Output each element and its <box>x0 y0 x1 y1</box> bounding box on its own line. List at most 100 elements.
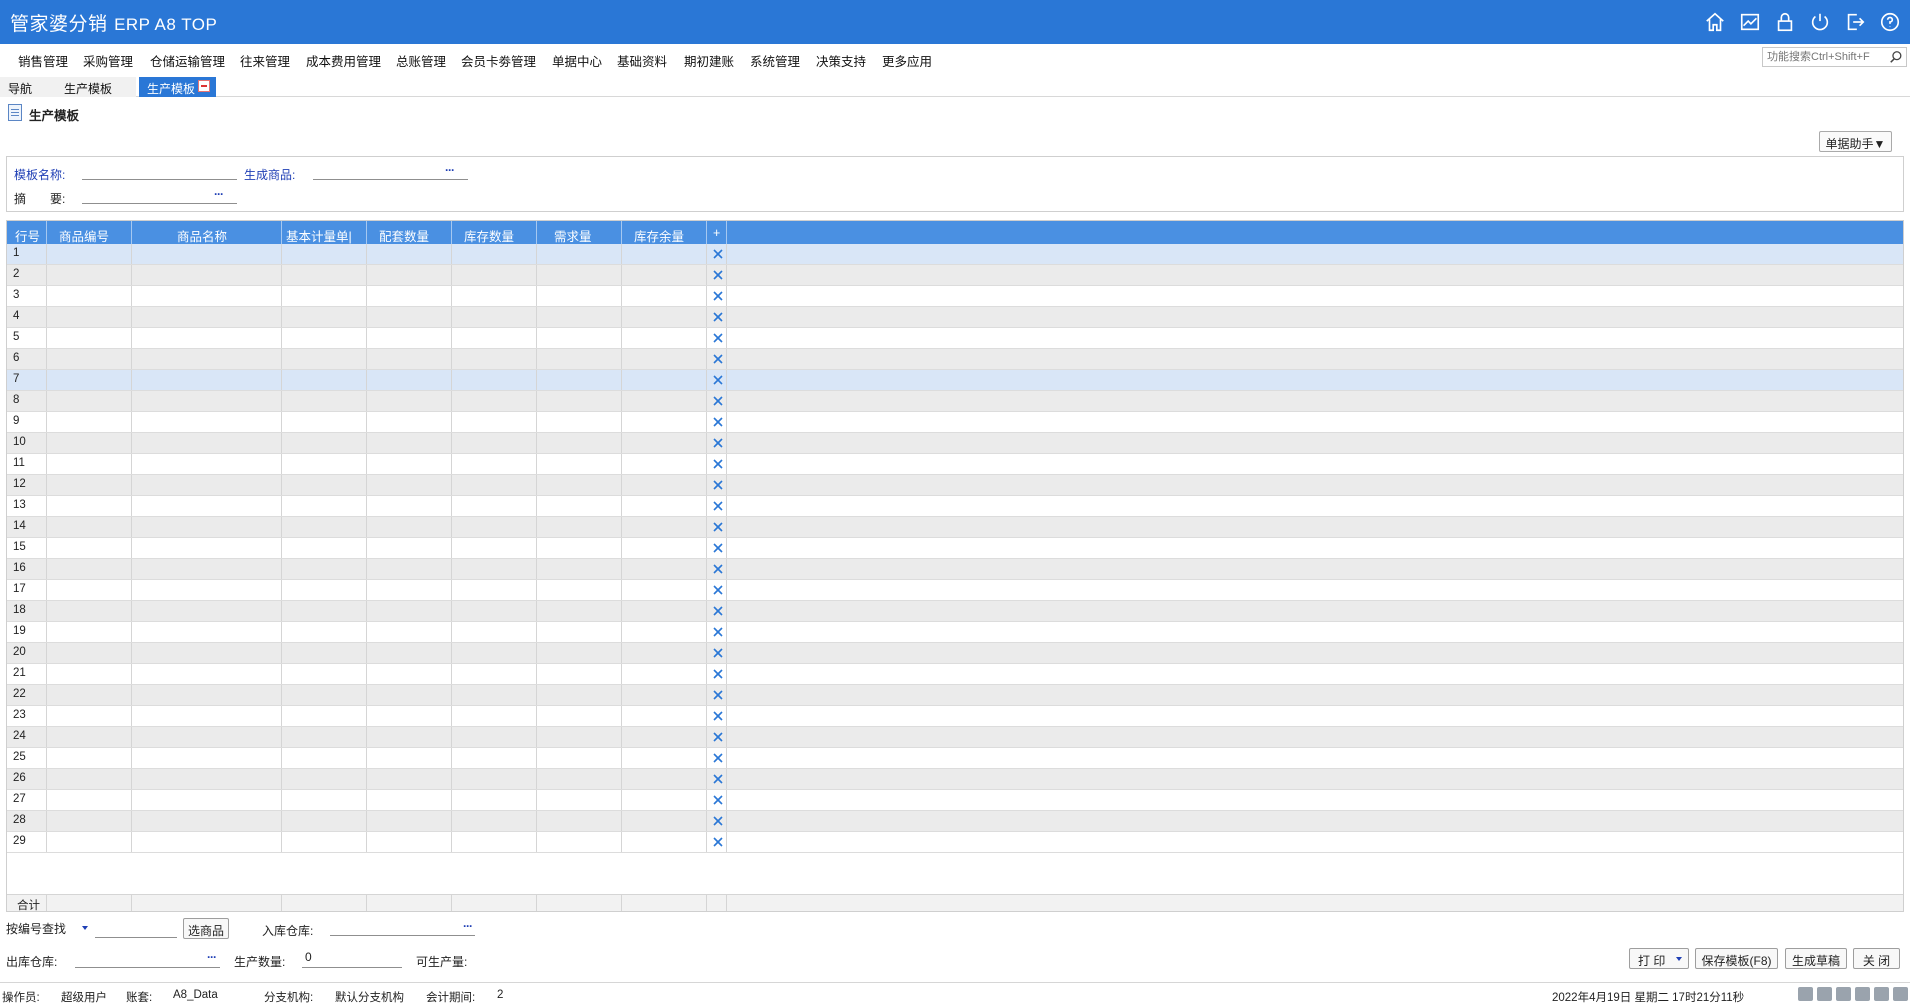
grid-cell[interactable] <box>367 475 452 495</box>
grid-cell[interactable] <box>47 475 132 495</box>
delete-row-cell[interactable] <box>707 307 727 327</box>
out-warehouse-picker-button[interactable]: ··· <box>207 950 217 964</box>
grid-cell[interactable] <box>367 559 452 579</box>
menu-item-warehouse[interactable]: 仓储运输管理 <box>150 51 225 70</box>
grid-cell[interactable] <box>367 517 452 537</box>
delete-row-cell[interactable] <box>707 664 727 684</box>
grid-cell[interactable] <box>282 643 367 663</box>
grid-cell[interactable] <box>132 496 282 516</box>
delete-row-cell[interactable] <box>707 706 727 726</box>
add-column-button[interactable]: + <box>707 221 727 244</box>
grid-cell[interactable] <box>622 790 707 810</box>
grid-cell[interactable] <box>367 370 452 390</box>
grid-cell[interactable] <box>132 370 282 390</box>
delete-row-icon[interactable] <box>713 543 723 553</box>
menu-item-cost[interactable]: 成本费用管理 <box>306 51 381 70</box>
grid-cell[interactable] <box>132 727 282 747</box>
delete-row-cell[interactable] <box>707 244 727 264</box>
grid-cell[interactable] <box>452 370 537 390</box>
grid-cell[interactable] <box>132 412 282 432</box>
grid-cell[interactable] <box>47 391 132 411</box>
menu-item-system[interactable]: 系统管理 <box>750 51 800 70</box>
table-row[interactable]: 22 <box>7 685 1903 706</box>
grid-cell[interactable] <box>282 370 367 390</box>
grid-cell[interactable] <box>367 601 452 621</box>
delete-row-icon[interactable] <box>713 795 723 805</box>
grid-cell[interactable] <box>452 307 537 327</box>
table-row[interactable]: 28 <box>7 811 1903 832</box>
grid-cell[interactable] <box>537 601 622 621</box>
search-mode-select[interactable]: 按编号查找 <box>6 920 88 938</box>
grid-cell[interactable] <box>367 265 452 285</box>
delete-row-cell[interactable] <box>707 643 727 663</box>
col-product-name[interactable]: 商品名称 <box>132 221 282 244</box>
grid-cell[interactable] <box>537 454 622 474</box>
grid-cell[interactable] <box>537 727 622 747</box>
grid-cell[interactable] <box>537 580 622 600</box>
grid-cell[interactable] <box>452 412 537 432</box>
product-picker-button[interactable]: ··· <box>445 163 455 177</box>
template-name-input[interactable] <box>82 162 237 180</box>
grid-cell[interactable] <box>282 244 367 264</box>
grid-cell[interactable] <box>282 433 367 453</box>
grid-cell[interactable] <box>452 790 537 810</box>
col-demand-qty[interactable]: 需求量 <box>537 221 622 244</box>
table-row[interactable]: 23 <box>7 706 1903 727</box>
grid-cell[interactable] <box>452 286 537 306</box>
grid-cell[interactable] <box>282 328 367 348</box>
grid-cell[interactable] <box>452 349 537 369</box>
grid-cell[interactable] <box>622 391 707 411</box>
delete-row-icon[interactable] <box>713 732 723 742</box>
delete-row-icon[interactable] <box>713 312 723 322</box>
grid-cell[interactable] <box>282 538 367 558</box>
grid-cell[interactable] <box>367 433 452 453</box>
col-base-unit[interactable]: 基本计量单| <box>282 221 367 244</box>
grid-cell[interactable] <box>537 286 622 306</box>
grid-cell[interactable] <box>367 286 452 306</box>
grid-cell[interactable] <box>452 748 537 768</box>
grid-cell[interactable] <box>452 643 537 663</box>
table-row[interactable]: 10 <box>7 433 1903 454</box>
delete-row-icon[interactable] <box>713 774 723 784</box>
grid-cell[interactable] <box>282 748 367 768</box>
help-icon[interactable] <box>1878 10 1902 34</box>
delete-row-icon[interactable] <box>713 606 723 616</box>
grid-cell[interactable] <box>132 454 282 474</box>
grid-cell[interactable] <box>47 643 132 663</box>
grid-cell[interactable] <box>47 664 132 684</box>
select-product-button[interactable]: 选商品 <box>183 918 229 939</box>
delete-row-icon[interactable] <box>713 648 723 658</box>
table-row[interactable]: 14 <box>7 517 1903 538</box>
table-row[interactable]: 20 <box>7 643 1903 664</box>
table-row[interactable]: 19 <box>7 622 1903 643</box>
tab-production-template-active[interactable]: 生产模板 <box>139 77 216 97</box>
clipboard-icon[interactable] <box>1817 987 1832 1001</box>
grid-cell[interactable] <box>367 622 452 642</box>
grid-cell[interactable] <box>452 475 537 495</box>
grid-cell[interactable] <box>622 748 707 768</box>
grid-cell[interactable] <box>537 559 622 579</box>
grid-cell[interactable] <box>132 790 282 810</box>
table-row[interactable]: 18 <box>7 601 1903 622</box>
menu-item-documents[interactable]: 单据中心 <box>552 51 602 70</box>
delete-row-cell[interactable] <box>707 580 727 600</box>
grid-cell[interactable] <box>367 496 452 516</box>
grid-cell[interactable] <box>132 349 282 369</box>
grid-cell[interactable] <box>367 391 452 411</box>
grid-cell[interactable] <box>282 601 367 621</box>
grid-cell[interactable] <box>367 349 452 369</box>
delete-row-cell[interactable] <box>707 727 727 747</box>
col-product-code[interactable]: 商品编号 <box>47 221 132 244</box>
grid-cell[interactable] <box>47 412 132 432</box>
grid-cell[interactable] <box>132 811 282 831</box>
table-row[interactable]: 6 <box>7 349 1903 370</box>
chart-icon[interactable] <box>1738 10 1762 34</box>
grid-cell[interactable] <box>622 580 707 600</box>
grid-cell[interactable] <box>132 706 282 726</box>
production-qty-input[interactable]: 0 <box>302 950 402 968</box>
col-kit-qty[interactable]: 配套数量 <box>367 221 452 244</box>
grid-cell[interactable] <box>47 370 132 390</box>
grid-cell[interactable] <box>622 811 707 831</box>
delete-row-icon[interactable] <box>713 480 723 490</box>
document-helper-button[interactable]: 单据助手▼ <box>1819 131 1892 152</box>
